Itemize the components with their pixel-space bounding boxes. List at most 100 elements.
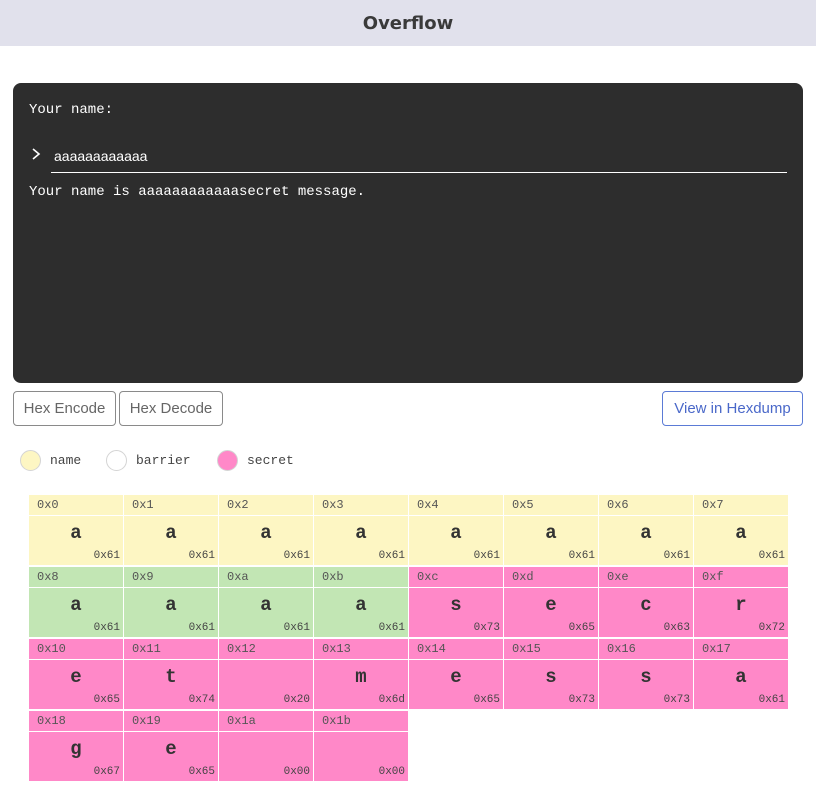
memory-cell: 0x4 a 0x61: [409, 495, 503, 565]
memory-cell: 0xc s 0x73: [409, 567, 503, 637]
legend-label-barrier: barrier: [136, 453, 191, 468]
memory-cell-address: 0x10: [29, 639, 123, 660]
memory-cell-hex: 0x61: [473, 550, 500, 562]
memory-cell-hex: 0x65: [568, 622, 595, 634]
view-hexdump-button[interactable]: View in Hexdump: [662, 391, 803, 426]
legend-item-barrier: barrier: [106, 450, 191, 471]
memory-cell-char: a: [355, 522, 367, 544]
memory-cell-hex: 0x61: [283, 550, 310, 562]
memory-cell: 0x17 a 0x61: [694, 639, 788, 709]
memory-cell-char: a: [70, 522, 82, 544]
memory-cell-address: 0xc: [409, 567, 503, 588]
memory-cell-address: 0x1: [124, 495, 218, 516]
memory-cell-char: c: [640, 594, 652, 616]
memory-cell-char: a: [165, 522, 177, 544]
memory-cell-address: 0x0: [29, 495, 123, 516]
memory-cell-address: 0x3: [314, 495, 408, 516]
memory-cell-char: a: [260, 594, 272, 616]
memory-cell-address: 0x5: [504, 495, 598, 516]
memory-cell-hex: 0x73: [473, 622, 500, 634]
memory-cell-hex: 0x61: [378, 550, 405, 562]
memory-cell-char: e: [450, 666, 462, 688]
memory-cell-char: a: [450, 522, 462, 544]
memory-cell-char: e: [165, 738, 177, 760]
memory-cell-address: 0x7: [694, 495, 788, 516]
memory-cell-char: s: [545, 666, 557, 688]
memory-cell-address: 0xf: [694, 567, 788, 588]
memory-cell-char: a: [735, 666, 747, 688]
memory-cell: 0x11 t 0x74: [124, 639, 218, 709]
memory-cell-char: a: [70, 594, 82, 616]
memory-cell-hex: 0x63: [663, 622, 690, 634]
memory-cell-hex: 0x6d: [378, 694, 405, 706]
memory-cell: 0x1b 0x00: [314, 711, 408, 781]
memory-cell: 0x5 a 0x61: [504, 495, 598, 565]
memory-cell-hex: 0x67: [93, 766, 120, 778]
memory-cell-hex: 0x00: [283, 766, 310, 778]
memory-cell-address: 0x16: [599, 639, 693, 660]
memory-cell-address: 0x19: [124, 711, 218, 732]
memory-cell-hex: 0x73: [663, 694, 690, 706]
legend-swatch-secret: [217, 450, 238, 471]
terminal-panel: Your name: Your name is aaaaaaaaaaaasecr…: [13, 83, 803, 383]
memory-cell-address: 0x17: [694, 639, 788, 660]
memory-cell-hex: 0x65: [188, 766, 215, 778]
memory-cell-hex: 0x61: [93, 550, 120, 562]
memory-cell-hex: 0x65: [473, 694, 500, 706]
page-title: Overflow: [362, 12, 454, 34]
memory-cell-char: g: [70, 738, 82, 760]
memory-cell-hex: 0x61: [188, 550, 215, 562]
memory-cell-address: 0x11: [124, 639, 218, 660]
memory-cell: 0x1 a 0x61: [124, 495, 218, 565]
terminal-prompt: Your name:: [29, 102, 114, 118]
memory-cell-address: 0xa: [219, 567, 313, 588]
memory-cell: 0x6 a 0x61: [599, 495, 693, 565]
memory-cell-hex: 0x73: [568, 694, 595, 706]
memory-cell: 0x15 s 0x73: [504, 639, 598, 709]
memory-cell-hex: 0x20: [283, 694, 310, 706]
memory-cell-address: 0x8: [29, 567, 123, 588]
memory-cell-char: r: [735, 594, 747, 616]
memory-cell-address: 0x9: [124, 567, 218, 588]
memory-cell-char: m: [355, 666, 367, 688]
top-bar: Overflow: [0, 0, 816, 46]
hex-encode-button[interactable]: Hex Encode: [13, 391, 116, 426]
legend-swatch-name: [20, 450, 41, 471]
legend-item-name: name: [20, 450, 81, 471]
memory-cell-address: 0x6: [599, 495, 693, 516]
memory-cell-char: s: [640, 666, 652, 688]
hex-decode-button[interactable]: Hex Decode: [119, 391, 223, 426]
memory-cell: 0x1a 0x00: [219, 711, 313, 781]
memory-cell: 0x18 g 0x67: [29, 711, 123, 781]
memory-cell-address: 0x18: [29, 711, 123, 732]
memory-cell: 0x14 e 0x65: [409, 639, 503, 709]
name-input[interactable]: [51, 145, 787, 173]
memory-cell: 0x10 e 0x65: [29, 639, 123, 709]
legend-item-secret: secret: [217, 450, 294, 471]
memory-cell-char: s: [450, 594, 462, 616]
memory-cell: 0x0 a 0x61: [29, 495, 123, 565]
memory-cell-address: 0x1b: [314, 711, 408, 732]
memory-cell-address: 0xe: [599, 567, 693, 588]
memory-cell-char: a: [735, 522, 747, 544]
memory-cell: 0x7 a 0x61: [694, 495, 788, 565]
memory-cell-hex: 0x61: [188, 622, 215, 634]
memory-cell: 0xe c 0x63: [599, 567, 693, 637]
legend-label-secret: secret: [247, 453, 294, 468]
memory-cell-address: 0x13: [314, 639, 408, 660]
memory-cell: 0x19 e 0x65: [124, 711, 218, 781]
memory-cell-char: e: [70, 666, 82, 688]
memory-cell-address: 0xd: [504, 567, 598, 588]
memory-cell-address: 0x15: [504, 639, 598, 660]
memory-cell: 0x12 0x20: [219, 639, 313, 709]
memory-cell: 0xd e 0x65: [504, 567, 598, 637]
memory-cell-char: e: [545, 594, 557, 616]
memory-cell: 0x9 a 0x61: [124, 567, 218, 637]
chevron-right-icon: [32, 148, 41, 160]
memory-cell-hex: 0x65: [93, 694, 120, 706]
memory-cell: 0x16 s 0x73: [599, 639, 693, 709]
memory-cell-hex: 0x61: [568, 550, 595, 562]
memory-cell-address: 0x12: [219, 639, 313, 660]
legend-swatch-barrier: [106, 450, 127, 471]
memory-cell-hex: 0x61: [378, 622, 405, 634]
